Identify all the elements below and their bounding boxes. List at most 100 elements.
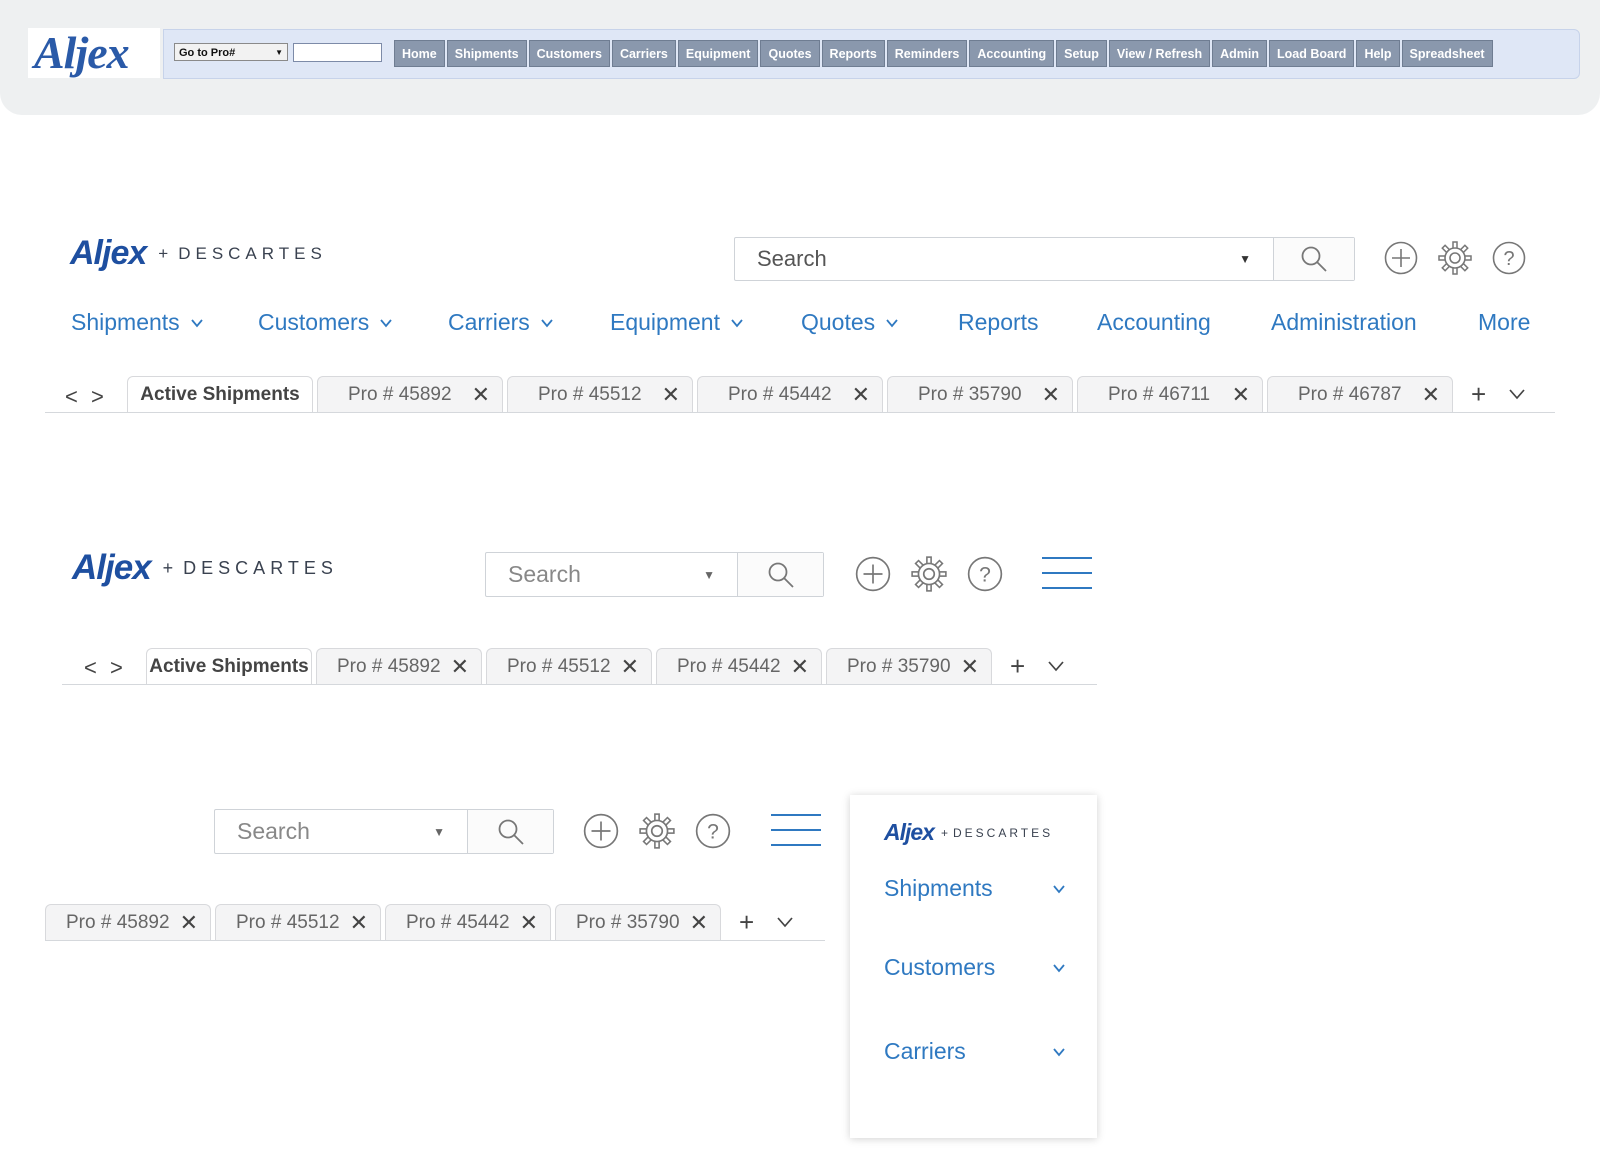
hamburger-menu-icon[interactable] — [1042, 556, 1092, 590]
legacy-nav-quotes[interactable]: Quotes — [760, 40, 820, 67]
legacy-nav-admin[interactable]: Admin — [1212, 40, 1267, 67]
add-tab-icon[interactable]: + — [1010, 651, 1025, 682]
tab-pro[interactable]: Pro # 45512 ✕ — [507, 376, 693, 412]
tablet-search-button[interactable] — [737, 553, 823, 596]
tablet-descartes-logo-text: DESCARTES — [183, 557, 338, 578]
nav-more[interactable]: More — [1478, 309, 1530, 336]
add-icon[interactable] — [1383, 240, 1419, 276]
tab-label: Pro # 45892 — [337, 655, 441, 677]
mobile-add-icon[interactable] — [582, 812, 620, 850]
mobile-help-icon[interactable]: ? — [694, 812, 732, 850]
legacy-nav-spreadsheet[interactable]: Spreadsheet — [1401, 40, 1493, 67]
tab-pro[interactable]: Pro # 35790 ✕ — [826, 648, 992, 684]
close-icon[interactable]: ✕ — [690, 910, 708, 936]
legacy-nav-view-refresh[interactable]: View / Refresh — [1108, 40, 1211, 67]
close-icon[interactable]: ✕ — [180, 910, 198, 936]
nav-equipment[interactable]: Equipment — [610, 309, 744, 336]
menu-item-carriers[interactable]: Carriers — [884, 1038, 1066, 1065]
close-icon[interactable]: ✕ — [961, 654, 979, 680]
nav-administration[interactable]: Administration — [1271, 309, 1417, 336]
tablet-search-dropdown-icon[interactable]: ▼ — [703, 568, 715, 582]
close-icon[interactable]: ✕ — [520, 910, 538, 936]
menu-brand-logo[interactable]: Aljex + DESCARTES — [884, 819, 1053, 846]
gear-icon[interactable] — [1437, 240, 1473, 276]
brand-logo[interactable]: Aljex + DESCARTES — [70, 234, 327, 273]
tablet-search-input[interactable]: Search ▼ — [486, 553, 737, 596]
mobile-search-button[interactable] — [467, 810, 553, 853]
search-input[interactable]: Search ▼ — [735, 238, 1273, 280]
chevron-down-icon[interactable] — [1508, 385, 1526, 403]
search-bar: Search ▼ — [734, 237, 1355, 281]
tab-pro[interactable]: Pro # 45442 ✕ — [385, 904, 551, 940]
legacy-nav-equipment[interactable]: Equipment — [677, 40, 759, 67]
legacy-nav-accounting[interactable]: Accounting — [969, 40, 1055, 67]
nav-customers[interactable]: Customers — [258, 309, 393, 336]
nav-reports[interactable]: Reports — [958, 309, 1039, 336]
close-icon[interactable]: ✕ — [621, 654, 639, 680]
mobile-gear-icon[interactable] — [638, 812, 676, 850]
tab-pro[interactable]: Pro # 45442 ✕ — [697, 376, 883, 412]
tab-pro[interactable]: Pro # 45892 ✕ — [316, 648, 482, 684]
tab-label: Pro # 46787 — [1298, 383, 1402, 405]
add-tab-icon[interactable]: + — [1471, 379, 1486, 410]
tablet-add-icon[interactable] — [854, 555, 892, 593]
mobile-hamburger-menu-icon[interactable] — [771, 813, 821, 847]
close-icon[interactable]: ✕ — [1232, 382, 1250, 408]
chevron-down-icon[interactable] — [776, 913, 794, 931]
mobile-search-dropdown-icon[interactable]: ▼ — [433, 825, 445, 839]
tablet-brand-logo[interactable]: Aljex + DESCARTES — [72, 548, 338, 588]
tab-pro[interactable]: Pro # 45892 ✕ — [45, 904, 211, 940]
nav-carriers[interactable]: Carriers — [448, 309, 554, 336]
tab-pro[interactable]: Pro # 45512 ✕ — [215, 904, 381, 940]
menu-item-customers[interactable]: Customers — [884, 954, 1066, 981]
tablet-tab-next-icon[interactable]: > — [110, 655, 123, 681]
tab-pro[interactable]: Pro # 45512 ✕ — [486, 648, 652, 684]
chevron-down-icon — [380, 318, 392, 327]
chevron-down-icon[interactable] — [1047, 657, 1065, 675]
mobile-search-input[interactable]: Search ▼ — [215, 810, 467, 853]
desktop-tab-bar: Active Shipments Pro # 45892 ✕ Pro # 45512 ✕… — [45, 376, 1555, 413]
goto-pro-select[interactable]: Go to Pro# ▼ — [174, 43, 288, 61]
help-icon[interactable]: ? — [1491, 240, 1527, 276]
tablet-help-icon[interactable]: ? — [966, 555, 1004, 593]
tab-pro[interactable]: Pro # 45442 ✕ — [656, 648, 822, 684]
goto-pro-input[interactable] — [293, 43, 382, 62]
search-scope-dropdown-icon[interactable]: ▼ — [1239, 252, 1251, 266]
tab-pro[interactable]: Pro # 35790 ✕ — [887, 376, 1073, 412]
tab-active-shipments[interactable]: Active Shipments — [146, 648, 312, 684]
tab-pro[interactable]: Pro # 46711 ✕ — [1077, 376, 1263, 412]
chevron-down-icon — [190, 318, 203, 327]
tab-prev-icon[interactable]: < — [65, 384, 78, 410]
nav-shipments[interactable]: Shipments — [71, 309, 204, 336]
legacy-nav-customers[interactable]: Customers — [528, 40, 610, 67]
close-icon[interactable]: ✕ — [350, 910, 368, 936]
add-tab-icon[interactable]: + — [739, 907, 754, 938]
menu-item-shipments[interactable]: Shipments — [884, 875, 1066, 902]
legacy-nav-reports[interactable]: Reports — [821, 40, 885, 67]
legacy-nav-setup[interactable]: Setup — [1056, 40, 1107, 67]
close-icon[interactable]: ✕ — [472, 382, 490, 408]
close-icon[interactable]: ✕ — [791, 654, 809, 680]
nav-quotes[interactable]: Quotes — [801, 309, 899, 336]
close-icon[interactable]: ✕ — [662, 382, 680, 408]
tab-pro[interactable]: Pro # 45892 ✕ — [317, 376, 503, 412]
legacy-nav-shipments[interactable]: Shipments — [446, 40, 527, 67]
legacy-nav-load-board[interactable]: Load Board — [1269, 40, 1355, 67]
search-button[interactable] — [1273, 238, 1354, 280]
legacy-nav-home[interactable]: Home — [394, 40, 445, 67]
tab-active-shipments[interactable]: Active Shipments — [127, 376, 313, 412]
mobile-search-icon — [498, 819, 524, 845]
legacy-nav-reminders[interactable]: Reminders — [886, 40, 968, 67]
close-icon[interactable]: ✕ — [852, 382, 870, 408]
tab-pro[interactable]: Pro # 46787 ✕ — [1267, 376, 1453, 412]
legacy-nav-help[interactable]: Help — [1356, 40, 1400, 67]
tab-next-icon[interactable]: > — [91, 384, 104, 410]
close-icon[interactable]: ✕ — [1422, 382, 1440, 408]
close-icon[interactable]: ✕ — [1042, 382, 1060, 408]
nav-accounting[interactable]: Accounting — [1097, 309, 1211, 336]
close-icon[interactable]: ✕ — [451, 654, 469, 680]
tab-pro[interactable]: Pro # 35790 ✕ — [555, 904, 721, 940]
tablet-tab-prev-icon[interactable]: < — [84, 655, 97, 681]
tablet-gear-icon[interactable] — [910, 555, 948, 593]
legacy-nav-carriers[interactable]: Carriers — [611, 40, 676, 67]
